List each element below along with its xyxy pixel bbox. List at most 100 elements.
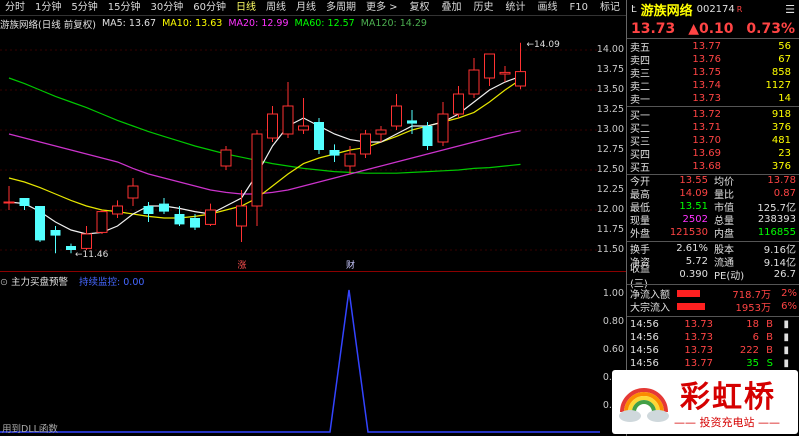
order-volume: 918 <box>771 109 791 120</box>
ma5-label: MA5: 13.67 <box>101 18 157 29</box>
order-volume: 376 <box>771 122 791 133</box>
price-scale-label: 12.25 <box>596 184 624 195</box>
order-price: 13.72 <box>692 109 721 120</box>
overlay-button[interactable]: 叠加 <box>437 0 467 15</box>
candle-body <box>35 206 45 241</box>
stats2-table: 换手 2.61% 股本 9.16亿 净资 5.72 流通 9.14亿 收益(三) 0.390 PE(… <box>627 242 799 290</box>
price-scale: 14.00 13.75 13.50 13.25 13.00 12.75 12.50 12.25… <box>596 30 626 270</box>
tick-row: 14:56 13.73 222 B ▮ <box>627 344 799 357</box>
last-price: 13.73 <box>631 20 676 37</box>
ma10-line <box>8 79 521 219</box>
candle-body <box>19 198 30 206</box>
order-volume: 376 <box>771 161 791 172</box>
price-scale-label: 13.00 <box>596 124 624 135</box>
candle-body <box>515 71 526 87</box>
candle-body <box>143 206 154 214</box>
price-scale-label: 13.75 <box>596 64 624 75</box>
indicator-chart[interactable]: 用到DLL函数 <box>0 286 600 436</box>
logo-tagline: —— 投资充电站 —— <box>674 416 780 429</box>
flow-bar <box>677 290 727 297</box>
stat-value: 2.61% <box>676 243 708 254</box>
mark-button[interactable]: 标记 <box>595 0 625 15</box>
draw-button[interactable]: 画线 <box>533 0 563 15</box>
high-label: ←14.09 <box>527 40 561 50</box>
tab-15min[interactable]: 15分钟 <box>103 0 146 15</box>
divider <box>627 316 799 317</box>
tick-row: 14:56 13.73 18 B ▮ <box>627 318 799 331</box>
stat-key: 收益(三) <box>630 263 650 290</box>
order-volume: 1127 <box>765 80 791 91</box>
candle-body <box>468 69 480 95</box>
tab-30min[interactable]: 30分钟 <box>145 0 188 15</box>
kline-svg: ←14.09 ←11.46 涨 财 <box>0 40 600 270</box>
tick-price: 13.77 <box>684 358 713 369</box>
code-prefix: L <box>631 4 637 15</box>
tab-60min[interactable]: 60分钟 <box>188 0 231 15</box>
history-button[interactable]: 历史 <box>469 0 499 15</box>
indicator-svg <box>0 289 600 433</box>
flow-row: 大宗流入 1953万 6% <box>627 300 799 314</box>
price-scale-label: 13.25 <box>596 104 624 115</box>
ma60-label: MA60: 12.57 <box>294 18 355 29</box>
stat-value: 121530 <box>669 227 708 238</box>
indicator-scale-label: 0.80 <box>602 316 624 327</box>
tick-row: 14:56 13.73 6 B ▮ <box>627 331 799 344</box>
dll-note: 用到DLL函数 <box>2 424 58 435</box>
stat-value: 13.55 <box>679 175 708 186</box>
stat-value: 9.14亿 <box>763 258 796 269</box>
stats-button[interactable]: 统计 <box>501 0 531 15</box>
event-marker: 财 <box>346 259 355 270</box>
ma10-label: MA10: 13.63 <box>162 18 223 29</box>
tab-daily[interactable]: 日线 <box>231 0 261 15</box>
price-change: ▲0.10 <box>688 20 734 37</box>
tick-marker: ▮ <box>783 345 789 356</box>
chart-title: 游族网络(日线 前复权) <box>0 19 96 31</box>
order-volume: 56 <box>778 41 791 52</box>
candle-body <box>422 126 433 146</box>
tab-1min[interactable]: 1分钟 <box>30 0 66 15</box>
tab-minute[interactable]: 分时 <box>0 0 30 15</box>
price-pct: 0.73% <box>746 20 795 37</box>
tick-direction: B <box>766 319 773 330</box>
order-price: 13.77 <box>692 41 721 52</box>
tab-multi-period[interactable]: 多周期 <box>321 0 361 15</box>
sell-row[interactable]: 卖一 13.73 14 <box>627 92 799 106</box>
kline-chart[interactable]: ←14.09 ←11.46 涨 财 <box>0 30 600 270</box>
candle-body <box>190 218 200 228</box>
candle-body <box>391 105 402 127</box>
candle-body <box>329 150 340 156</box>
candle-body <box>282 105 294 135</box>
order-volume: 23 <box>778 148 791 159</box>
flow-pct: 2% <box>781 288 797 299</box>
tab-more[interactable]: 更多 > <box>361 0 403 15</box>
candle-body <box>407 120 417 124</box>
candle-body <box>236 205 247 227</box>
candle-body <box>453 93 464 115</box>
fuquan-button[interactable]: 复权 <box>405 0 435 15</box>
menu-icon[interactable]: ☰ <box>785 3 795 16</box>
buy-row[interactable]: 买五 13.68 376 <box>627 160 799 174</box>
price-scale-label: 11.50 <box>596 244 624 255</box>
tab-5min[interactable]: 5分钟 <box>66 0 102 15</box>
stat-value: 0.87 <box>773 188 796 199</box>
divider <box>627 284 799 285</box>
tick-list: 14:56 13.73 18 B ▮ 14:56 13.73 6 B ▮ 14:56 13.73 222… <box>627 318 799 370</box>
stock-terminal: 分时 1分钟 5分钟 15分钟 30分钟 60分钟 日线 周线 月线 多周期 更… <box>0 0 799 436</box>
tab-weekly[interactable]: 周线 <box>261 0 291 15</box>
logo-name: 彩虹桥 <box>680 380 776 415</box>
order-price: 13.75 <box>692 67 721 78</box>
indicator-header: ⊙ 主力买盘预警 持续监控: 0.00 <box>0 274 600 288</box>
low-label: ←11.46 <box>75 250 109 260</box>
f10-button[interactable]: F10 <box>565 0 593 15</box>
tab-monthly[interactable]: 月线 <box>291 0 321 15</box>
stat-value: 13.78 <box>767 175 796 186</box>
tick-volume: 222 <box>739 345 759 356</box>
tick-time: 14:56 <box>630 358 659 369</box>
candle-body <box>174 214 185 225</box>
watermark-logo: 彩虹桥 —— 投资充电站 —— <box>612 370 798 434</box>
order-label: 卖一 <box>630 95 650 106</box>
event-marker: 涨 <box>238 260 247 270</box>
period-toolbar: 分时 1分钟 5分钟 15分钟 30分钟 60分钟 日线 周线 月线 多周期 更… <box>0 0 636 16</box>
flow-bar <box>677 303 727 310</box>
tick-price: 13.73 <box>684 345 713 356</box>
